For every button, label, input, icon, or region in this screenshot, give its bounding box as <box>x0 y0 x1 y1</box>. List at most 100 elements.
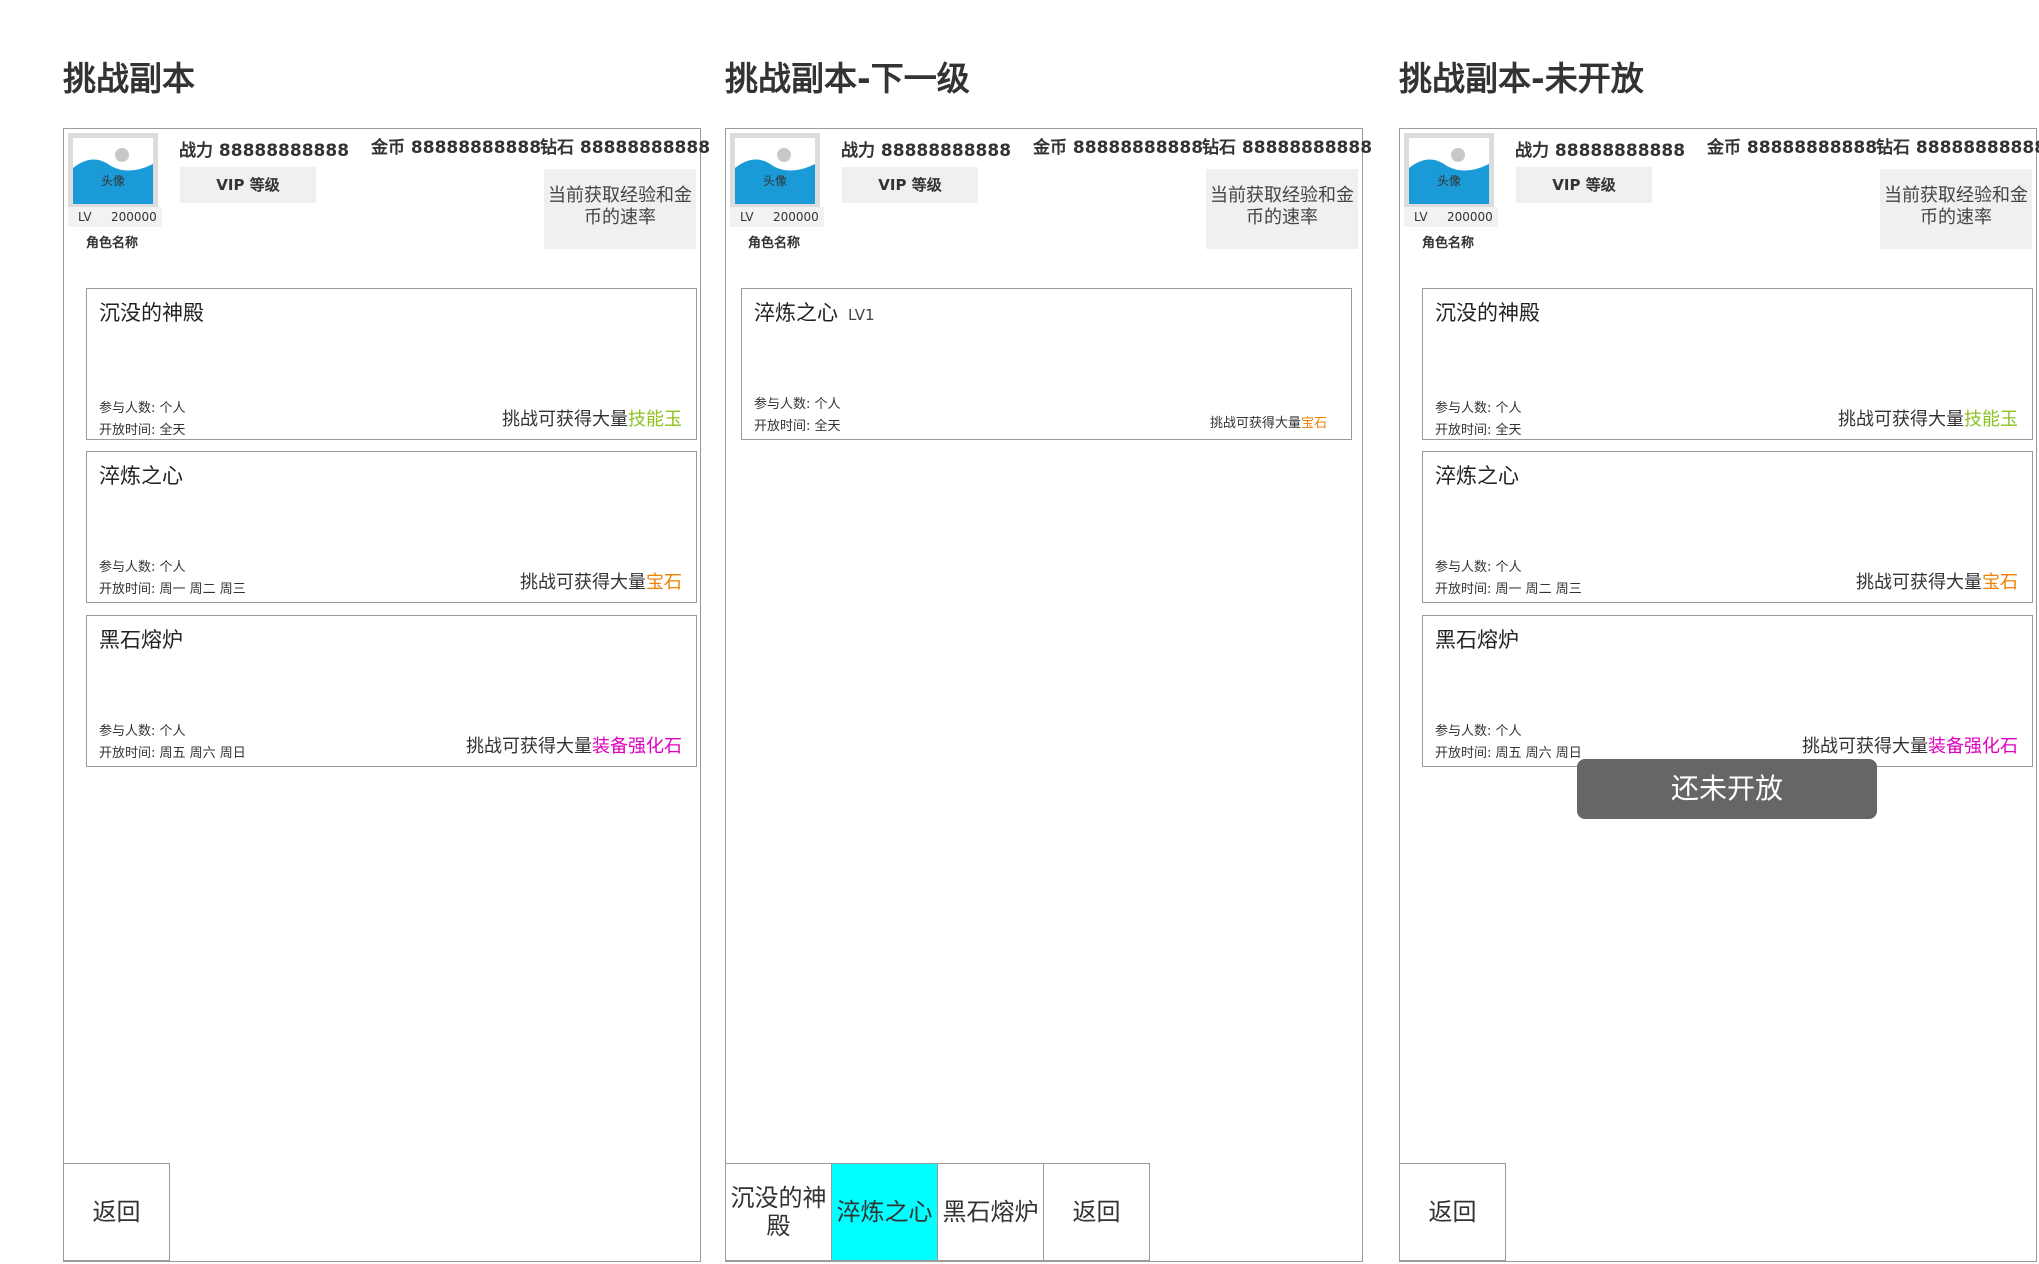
image-placeholder-icon <box>735 138 815 204</box>
diamond-value: 钻石 88888888888 <box>1202 138 1373 158</box>
level-bar: LV 200000 <box>68 207 162 227</box>
rate-line1: 当前获取经验和金 <box>1210 185 1354 206</box>
gold-value: 金币 88888888888 <box>1707 138 1878 158</box>
power-value: 战力 88888888888 <box>179 141 350 161</box>
reward-text: 挑战可获得大量装备强化石 <box>1802 732 2018 758</box>
participants: 参与人数: 个人 <box>1435 724 1522 739</box>
dungeon-name: 沉没的神殿 <box>99 301 204 325</box>
participants: 参与人数: 个人 <box>99 560 186 575</box>
reward-prefix: 挑战可获得大量 <box>1802 736 1928 757</box>
role-name: 角色名称 <box>748 236 801 251</box>
role-name: 角色名称 <box>1422 236 1475 251</box>
reward-text: 挑战可获得大量宝石 <box>520 568 682 594</box>
panel1-frame: 头像 LV 200000 角色名称 战力 88888888888 金币 8888… <box>63 128 710 1262</box>
tab-label-line2: 殿 <box>766 1212 791 1240</box>
gold-value: 金币 88888888888 <box>371 138 542 158</box>
level-label: LV <box>740 210 754 224</box>
avatar[interactable]: 头像 <box>1404 133 1494 209</box>
avatar[interactable]: 头像 <box>68 133 158 209</box>
dungeon-name-row: 淬炼之心 LV1 <box>754 297 875 327</box>
rate-line2: 币的速率 <box>1920 207 1992 228</box>
image-placeholder-icon <box>1409 138 1489 204</box>
open-time: 开放时间: 周五 周六 周日 <box>99 746 246 761</box>
level-label: LV <box>78 210 92 224</box>
reward-item: 装备强化石 <box>592 736 682 757</box>
participants: 参与人数: 个人 <box>99 401 186 416</box>
participants: 参与人数: 个人 <box>754 397 841 412</box>
avatar-label: 头像 <box>1436 174 1461 188</box>
dungeon-name: 淬炼之心 <box>99 464 183 488</box>
rate-info: 当前获取经验和金 币的速率 <box>544 169 696 249</box>
power-value: 战力 88888888888 <box>1515 141 1686 161</box>
tab-sunken-temple[interactable]: 沉没的神 殿 <box>725 1163 832 1261</box>
rate-line1: 当前获取经验和金 <box>548 185 692 206</box>
tab-label-line1: 沉没的神 <box>730 1184 827 1212</box>
reward-prefix: 挑战可获得大量 <box>502 409 628 430</box>
reward-item: 宝石 <box>1982 572 2018 593</box>
reward-text: 挑战可获得大量技能玉 <box>502 405 682 431</box>
open-time: 开放时间: 全天 <box>99 423 186 438</box>
back-button[interactable]: 返回 <box>1043 1163 1150 1261</box>
image-placeholder-icon <box>73 138 153 204</box>
avatar-label: 头像 <box>762 174 787 188</box>
level-bar: LV 200000 <box>1404 207 1498 227</box>
open-time: 开放时间: 周五 周六 周日 <box>1435 746 1582 761</box>
participants: 参与人数: 个人 <box>1435 401 1522 416</box>
rate-line2: 币的速率 <box>584 207 656 228</box>
dungeon-card-blackrock-furnace[interactable]: 黑石熔炉 参与人数: 个人 开放时间: 周五 周六 周日 挑战可获得大量装备强化… <box>86 615 697 767</box>
vip-level-button[interactable]: VIP 等级 <box>180 167 316 203</box>
reward-text: 挑战可获得大量宝石 <box>1210 412 1327 431</box>
level-value: 200000 <box>1447 210 1493 224</box>
dungeon-name: 黑石熔炉 <box>99 628 183 652</box>
open-time: 开放时间: 周一 周二 周三 <box>1435 582 1582 597</box>
open-time: 开放时间: 全天 <box>754 419 841 434</box>
level-label: LV <box>1414 210 1428 224</box>
reward-text: 挑战可获得大量技能玉 <box>1838 405 2018 431</box>
dungeon-card-sunken-temple[interactable]: 沉没的神殿 参与人数: 个人 开放时间: 全天 挑战可获得大量技能玉 <box>86 288 697 440</box>
reward-item: 技能玉 <box>628 409 682 430</box>
vip-level-button[interactable]: VIP 等级 <box>1516 167 1652 203</box>
power-value: 战力 88888888888 <box>841 141 1012 161</box>
reward-item: 技能玉 <box>1964 409 2018 430</box>
dungeon-card-tempered-heart-lv1[interactable]: 淬炼之心 LV1 参与人数: 个人 开放时间: 全天 挑战可获得大量宝石 <box>741 288 1352 440</box>
rate-line2: 币的速率 <box>1246 207 1318 228</box>
dungeon-card-tempered-heart[interactable]: 淬炼之心 参与人数: 个人 开放时间: 周一 周二 周三 挑战可获得大量宝石 <box>86 451 697 603</box>
participants: 参与人数: 个人 <box>1435 560 1522 575</box>
tab-tempered-heart[interactable]: 淬炼之心 <box>831 1163 938 1261</box>
reward-item: 宝石 <box>1300 416 1327 431</box>
dungeon-name: 淬炼之心 <box>1435 464 1519 488</box>
gold-value: 金币 88888888888 <box>1033 138 1204 158</box>
reward-text: 挑战可获得大量装备强化石 <box>466 732 682 758</box>
not-open-toast: 还未开放 <box>1577 759 1877 819</box>
reward-prefix: 挑战可获得大量 <box>1209 416 1301 431</box>
dungeon-name: 淬炼之心 <box>754 301 838 325</box>
open-time: 开放时间: 全天 <box>1435 423 1522 438</box>
diamond-value: 钻石 88888888888 <box>540 138 711 158</box>
level-value: 200000 <box>111 210 157 224</box>
back-button[interactable]: 返回 <box>63 1163 170 1261</box>
reward-prefix: 挑战可获得大量 <box>1838 409 1964 430</box>
dungeon-card-tempered-heart[interactable]: 淬炼之心 参与人数: 个人 开放时间: 周一 周二 周三 挑战可获得大量宝石 <box>1422 451 2033 603</box>
panel1-title: 挑战副本 <box>63 59 195 98</box>
reward-prefix: 挑战可获得大量 <box>520 572 646 593</box>
dungeon-card-sunken-temple[interactable]: 沉没的神殿 参与人数: 个人 开放时间: 全天 挑战可获得大量技能玉 <box>1422 288 2033 440</box>
dungeon-card-blackrock-furnace[interactable]: 黑石熔炉 参与人数: 个人 开放时间: 周五 周六 周日 挑战可获得大量装备强化… <box>1422 615 2033 767</box>
level-value: 200000 <box>773 210 819 224</box>
avatar-label: 头像 <box>100 174 125 188</box>
role-name: 角色名称 <box>86 236 139 251</box>
diamond-value: 钻石 88888888888 <box>1876 138 2039 158</box>
back-button[interactable]: 返回 <box>1399 1163 1506 1261</box>
reward-text: 挑战可获得大量宝石 <box>1856 568 2018 594</box>
reward-item: 宝石 <box>646 572 682 593</box>
participants: 参与人数: 个人 <box>99 724 186 739</box>
dungeon-name: 沉没的神殿 <box>1435 301 1540 325</box>
avatar[interactable]: 头像 <box>730 133 820 209</box>
rate-info: 当前获取经验和金 币的速率 <box>1206 169 1358 249</box>
reward-prefix: 挑战可获得大量 <box>1856 572 1982 593</box>
vip-level-button[interactable]: VIP 等级 <box>842 167 978 203</box>
panel3-frame: 头像 LV 200000 角色名称 战力 88888888888 金币 8888… <box>1399 128 2039 1262</box>
dungeon-level: LV1 <box>848 306 875 324</box>
tab-blackrock-furnace[interactable]: 黑石熔炉 <box>937 1163 1044 1261</box>
panel2-title: 挑战副本-下一级 <box>725 59 970 98</box>
rate-info: 当前获取经验和金 币的速率 <box>1880 169 2032 249</box>
